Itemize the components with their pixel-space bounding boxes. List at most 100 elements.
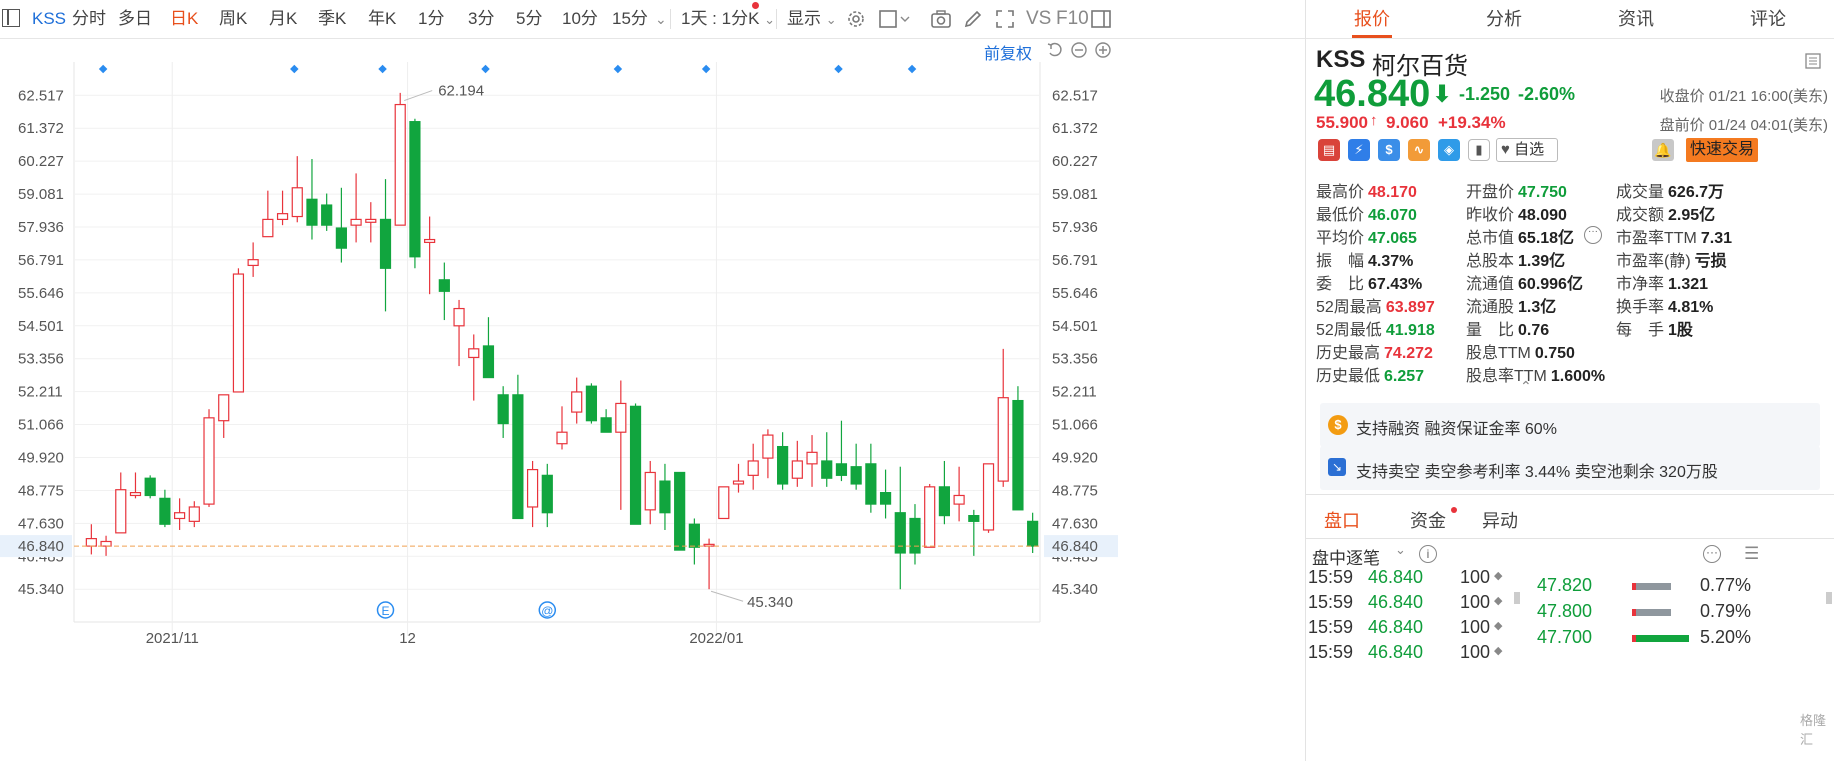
candle[interactable] [247, 242, 259, 277]
candle[interactable] [982, 463, 995, 533]
candle[interactable] [997, 348, 1009, 487]
subtab-funds[interactable]: 资金 [1410, 507, 1446, 533]
candle[interactable] [909, 504, 921, 565]
layout-square-icon[interactable] [879, 8, 910, 30]
candle[interactable] [497, 386, 509, 438]
period-tab-1[interactable]: 多日 [118, 0, 152, 38]
candle[interactable] [879, 469, 892, 519]
display-select[interactable]: 显示 ⌄ [787, 0, 837, 38]
candle[interactable] [806, 435, 818, 487]
ticks-scrollbar[interactable] [1514, 592, 1520, 604]
period-tab-11[interactable]: 15分 [612, 0, 648, 38]
candle[interactable] [365, 202, 377, 243]
candle[interactable] [541, 463, 553, 528]
candle[interactable] [262, 190, 274, 238]
settings-gear-icon[interactable] [845, 8, 867, 30]
candle[interactable] [424, 216, 436, 295]
candle[interactable] [556, 406, 568, 450]
period-tab-4[interactable]: 月K [269, 0, 297, 38]
period-tab-6[interactable]: 年K [368, 0, 396, 38]
period-tab-0[interactable]: 分时 [72, 0, 106, 38]
candle[interactable] [674, 471, 686, 551]
menu-list-icon[interactable] [1804, 52, 1822, 75]
candle[interactable] [732, 463, 745, 493]
period-tab-9[interactable]: 5分 [516, 0, 542, 38]
event-marker-diamond[interactable] [613, 64, 623, 74]
candle[interactable] [394, 92, 406, 226]
fullscreen-icon[interactable] [994, 8, 1016, 30]
tab-comments[interactable]: 评论 [1702, 0, 1834, 38]
candle[interactable] [1027, 512, 1039, 553]
event-marker-diamond[interactable] [98, 64, 108, 74]
candle[interactable] [629, 403, 642, 525]
alert-bell-icon[interactable]: 🔔 [1652, 139, 1674, 161]
list-menu-icon[interactable]: ☰ [1744, 544, 1759, 564]
candle[interactable] [571, 377, 583, 424]
market-cap-more-icon[interactable]: ··· [1584, 226, 1602, 244]
period-tab-7[interactable]: 1分 [418, 0, 444, 38]
candle[interactable] [173, 498, 186, 530]
info-icon[interactable]: i [1419, 545, 1437, 563]
event-marker-diamond[interactable] [481, 64, 490, 74]
candle[interactable] [747, 443, 759, 490]
subtab-anomaly[interactable]: 异动 [1482, 507, 1518, 533]
more-dots-icon[interactable]: ··· [1703, 545, 1721, 563]
candle[interactable] [865, 443, 877, 513]
period-tab-2[interactable]: 日K [170, 0, 198, 38]
candle[interactable] [791, 440, 803, 487]
candle[interactable] [953, 466, 965, 522]
candle[interactable] [409, 118, 421, 269]
candle[interactable] [218, 394, 230, 438]
ticker-tab[interactable]: KSS [32, 0, 66, 38]
sidebar-toggle-icon[interactable] [2, 9, 20, 27]
tab-news[interactable]: 资讯 [1570, 0, 1702, 38]
candle[interactable] [777, 432, 789, 490]
event-marker-diamond[interactable] [290, 64, 299, 74]
candle[interactable] [453, 299, 465, 367]
event-marker-diamond[interactable] [378, 64, 387, 74]
candle[interactable] [924, 483, 936, 548]
ticks-dropdown-icon[interactable]: ⌄ [1395, 542, 1406, 558]
event-marker-diamond[interactable] [834, 64, 843, 74]
candle[interactable] [129, 472, 142, 499]
panel-toggle-icon[interactable] [1090, 8, 1112, 30]
period-tab-10[interactable]: 10分 [562, 0, 598, 38]
watchlist-button[interactable]: ♥ 自选 [1496, 138, 1558, 162]
candle[interactable] [438, 262, 450, 321]
candle[interactable] [850, 443, 862, 490]
candle[interactable] [321, 193, 333, 231]
candle[interactable] [468, 334, 480, 401]
period-more-chevron-icon[interactable]: ⌄ [655, 0, 667, 38]
candle[interactable] [85, 524, 97, 555]
candle[interactable] [379, 179, 392, 312]
collapse-chevron-icon[interactable]: ⌃ [1520, 378, 1532, 395]
candle[interactable] [115, 472, 127, 534]
candle[interactable] [644, 460, 656, 525]
trend-icon[interactable]: ∿ [1408, 139, 1430, 161]
quick-trade-button[interactable]: 快速交易 [1686, 138, 1758, 162]
period-tab-8[interactable]: 3分 [468, 0, 494, 38]
candle[interactable] [144, 475, 156, 499]
levels-scrollbar[interactable] [1826, 592, 1832, 604]
f10-button[interactable]: F10 [1056, 0, 1089, 38]
candle[interactable] [938, 460, 951, 525]
candlestick-chart[interactable]: 62.517 62.517 61.372 61.372 60.227 60.227 59.0… [0, 38, 1118, 761]
candle[interactable] [350, 173, 362, 243]
lightning-icon[interactable]: ⚡ [1348, 139, 1370, 161]
candle[interactable] [276, 190, 289, 226]
subtab-orderbook[interactable]: 盘口 [1324, 507, 1360, 533]
candle[interactable] [688, 518, 700, 565]
candle[interactable] [894, 466, 906, 590]
interval-select[interactable]: 1天 : 1分K ⌄ [681, 0, 775, 38]
pencil-draw-icon[interactable] [962, 8, 984, 30]
candle[interactable] [335, 187, 347, 263]
vs-compare-button[interactable]: VS [1026, 0, 1051, 38]
event-marker-diamond[interactable] [907, 64, 917, 74]
candle[interactable] [821, 432, 833, 487]
tab-analysis[interactable]: 分析 [1438, 0, 1570, 38]
candle[interactable] [512, 374, 524, 520]
candle[interactable] [291, 156, 303, 223]
candle[interactable] [762, 429, 774, 479]
candle[interactable] [718, 486, 730, 520]
tag-icon[interactable]: ◈ [1438, 139, 1460, 161]
